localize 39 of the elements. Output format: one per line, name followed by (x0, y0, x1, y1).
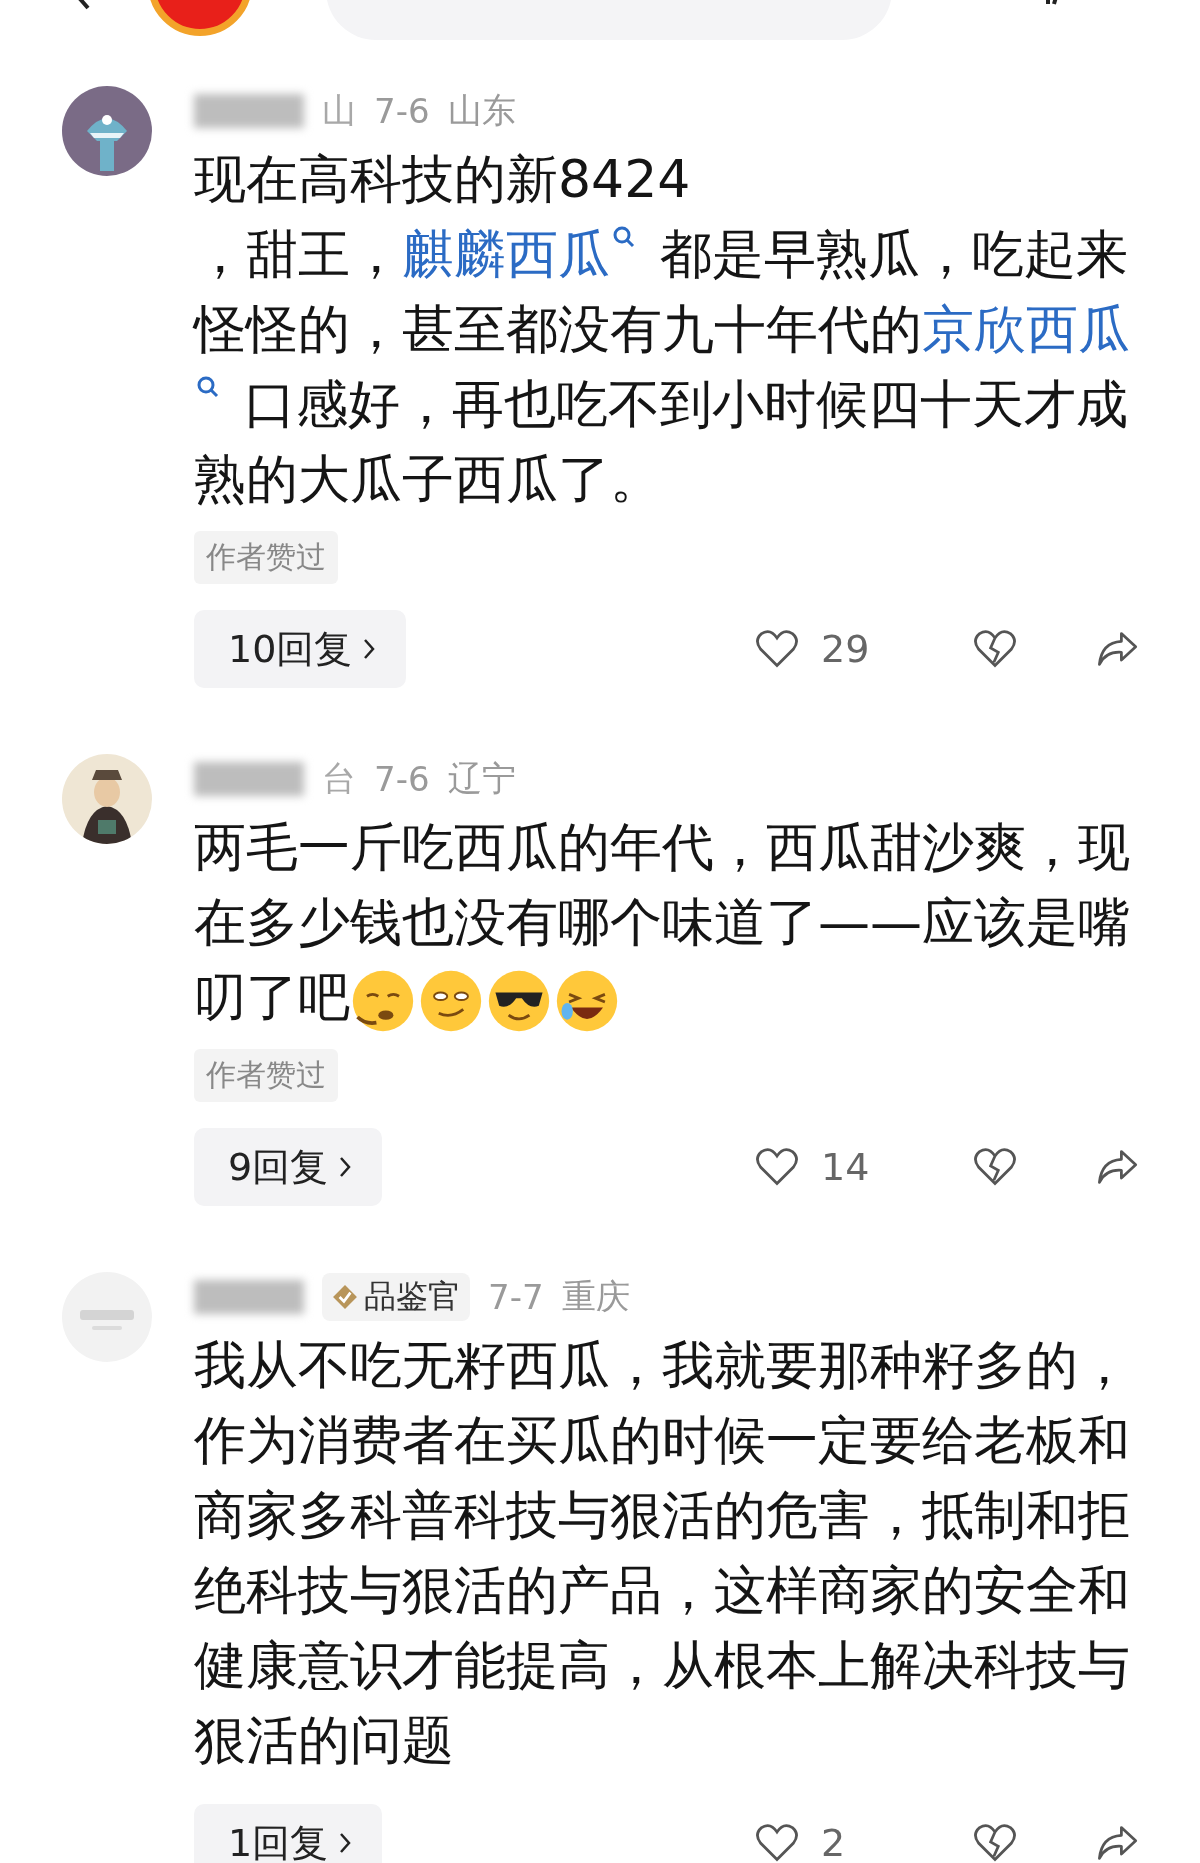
heart-icon[interactable] (755, 1147, 799, 1187)
comment-location: 山东 (447, 89, 516, 132)
share-icon[interactable] (1095, 1823, 1139, 1863)
share-icon[interactable] (1095, 1147, 1139, 1187)
broken-heart-icon[interactable] (973, 1147, 1017, 1187)
broken-heart-icon[interactable] (973, 1823, 1017, 1863)
comment-date: 7-6 (374, 91, 430, 131)
replies-button[interactable]: 9回复 (194, 1128, 383, 1206)
search-link[interactable]: 京欣西瓜 (922, 299, 1130, 359)
emoji-icon (486, 968, 552, 1034)
search-link[interactable]: 麒麟西瓜 (402, 224, 610, 284)
comment-location: 辽宁 (447, 757, 516, 800)
heart-icon[interactable] (755, 1823, 799, 1863)
emoji-icon (350, 968, 416, 1034)
diamond-check-icon (332, 1284, 358, 1310)
like-count: 2 (821, 1821, 847, 1863)
replies-button[interactable]: 10回复 (194, 610, 407, 688)
share-icon[interactable] (1095, 629, 1139, 669)
like-count: 14 (821, 1145, 871, 1189)
replies-button[interactable]: 1回复 (194, 1804, 383, 1863)
emoji-icon (554, 968, 620, 1034)
comment-text: 我从不吃无籽西瓜，我就要那种籽多的，作为消费者在买瓜的时候一定要给老板和商家多科普科技与狠活的危害，抵制和拒绝科技与狠活的产品，这样商家的安全和健康意识才能提高，从根本上解决科技与狠活的问题 (194, 1334, 1131, 1772)
comment-date: 7-6 (374, 759, 430, 799)
chevron-icon (338, 1155, 353, 1179)
heart-icon[interactable] (755, 629, 799, 669)
comment-text: 两毛一斤吃西瓜的年代，西瓜甜沙爽，现在多少钱也没有哪个味道了——应该是嘴叨了吧 (194, 810, 1142, 1035)
comment-location: 重庆 (561, 1275, 630, 1318)
username: 山 (322, 89, 356, 132)
chevron-icon (362, 637, 377, 661)
chevron-icon (338, 1831, 353, 1855)
author-liked-tag: 作者赞过 (194, 531, 338, 584)
broken-heart-icon[interactable] (973, 629, 1017, 669)
rank-label: 品鉴官 (364, 1276, 460, 1317)
like-count: 29 (821, 627, 871, 671)
comment-text: 现在高科技的新8424 ，甜王，麒麟西瓜 都是早熟瓜，吃起来怪怪的，甚至都没有九十年代的京欣西瓜 口感好，再也吃不到小时候四十天才成熟的大瓜子西瓜了。 (194, 148, 1131, 511)
author-liked-tag: 作者赞过 (194, 1049, 338, 1102)
emoji-icon (418, 968, 484, 1034)
username: 台 (322, 757, 356, 800)
comment-date: 7-7 (488, 1277, 544, 1317)
